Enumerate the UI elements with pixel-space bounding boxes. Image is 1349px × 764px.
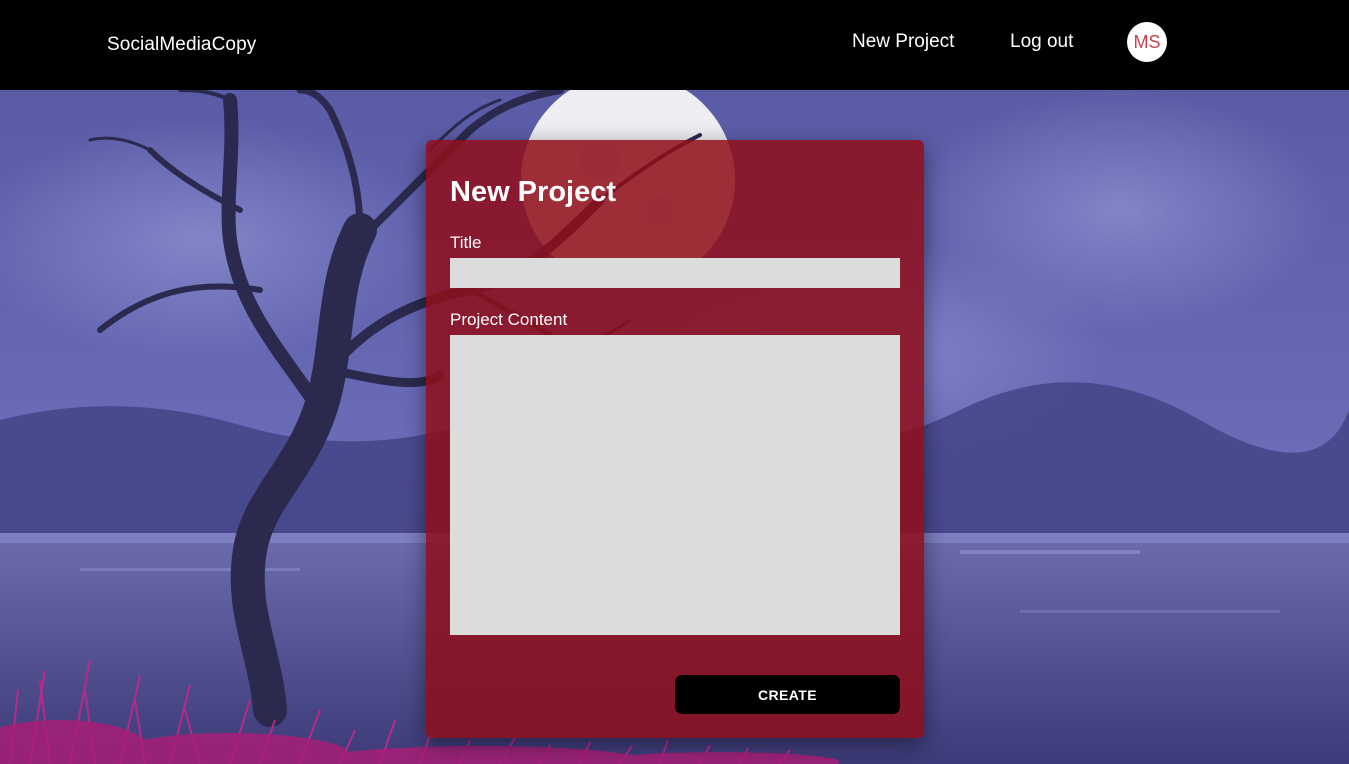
page: SocialMediaCopy New Project Log out MS N… xyxy=(0,0,1349,764)
user-avatar[interactable]: MS xyxy=(1127,22,1167,62)
brand-link[interactable]: SocialMediaCopy xyxy=(107,34,256,56)
nav-new-project-link[interactable]: New Project xyxy=(852,31,954,53)
nav-log-out-link[interactable]: Log out xyxy=(1010,31,1073,53)
new-project-card: New Project Title Project Content CREATE xyxy=(426,140,924,738)
title-label: Title xyxy=(450,233,482,252)
title-input[interactable] xyxy=(450,258,900,288)
create-button[interactable]: CREATE xyxy=(675,675,900,714)
project-content-textarea[interactable] xyxy=(450,335,900,635)
navbar: SocialMediaCopy New Project Log out MS xyxy=(0,0,1349,90)
project-content-label: Project Content xyxy=(450,310,568,329)
page-title: New Project xyxy=(450,176,616,208)
